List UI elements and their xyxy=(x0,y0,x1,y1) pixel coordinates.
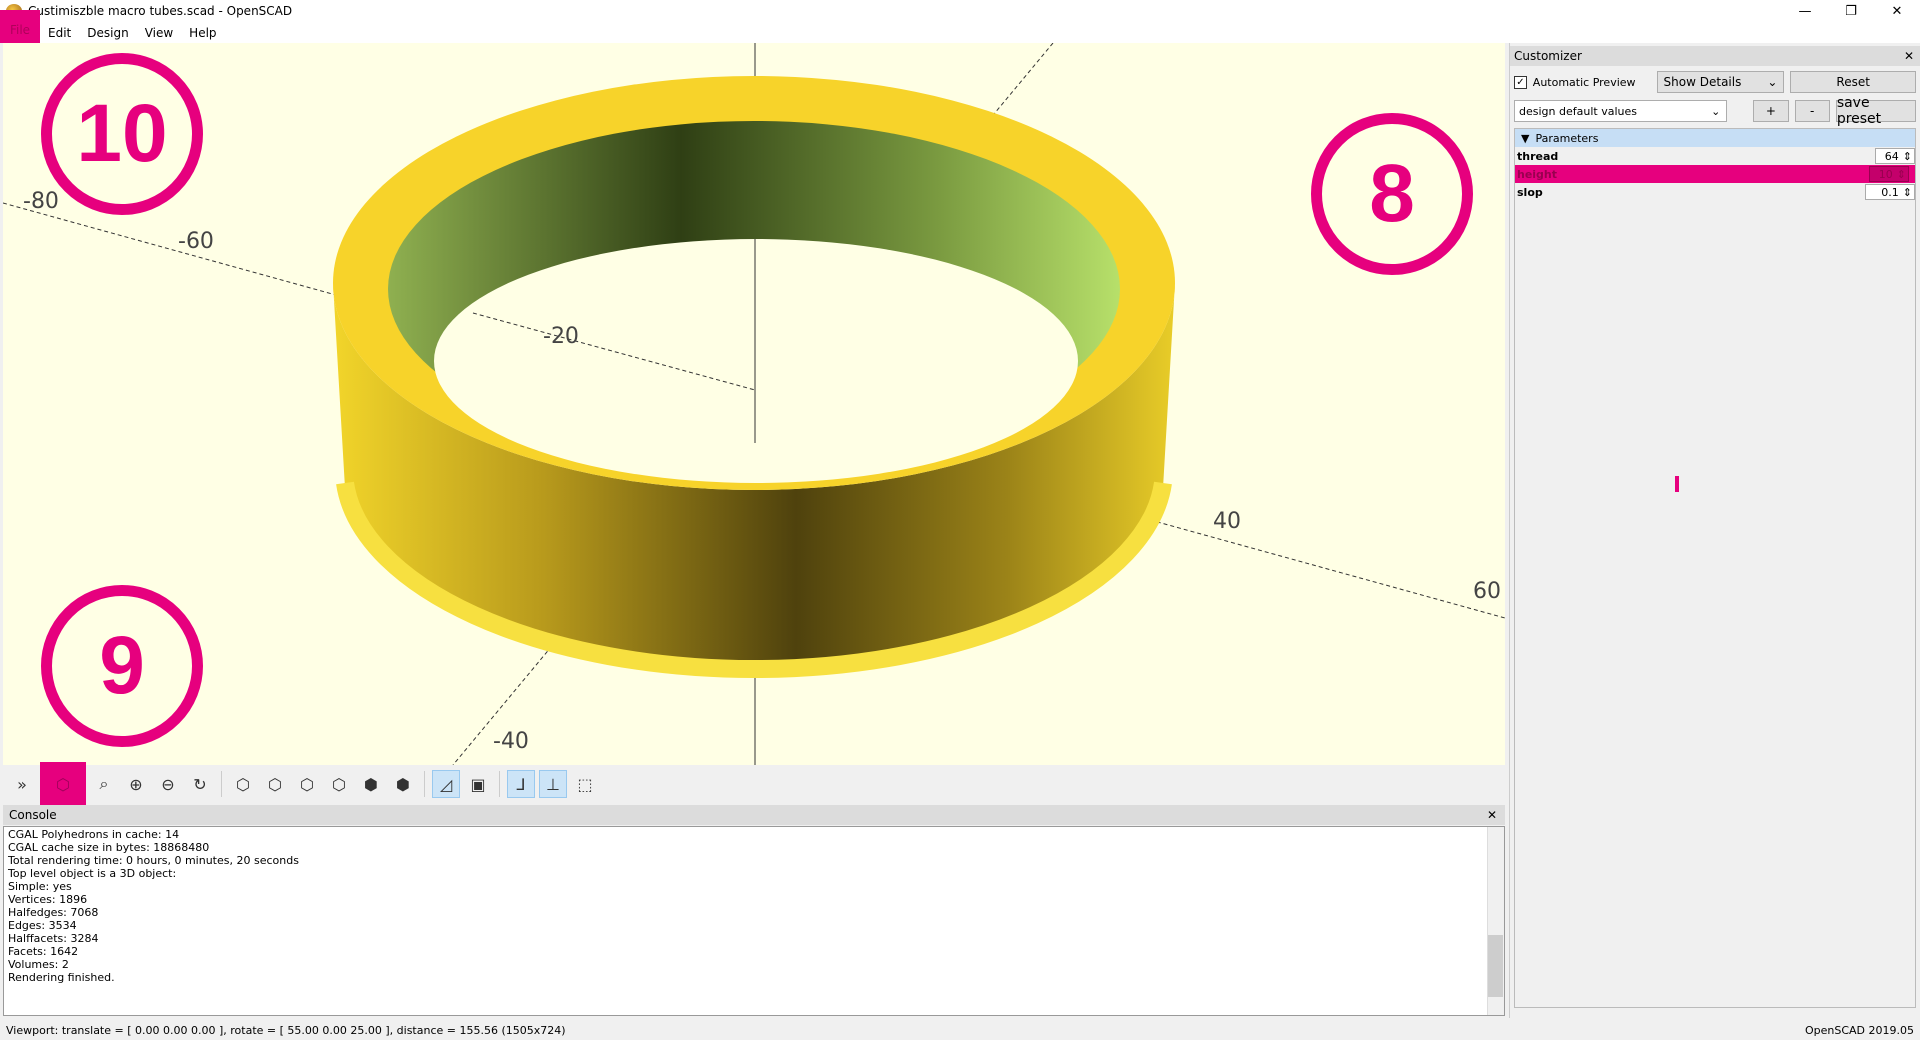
axis-label: -20 xyxy=(543,324,579,349)
view-toolbar: » ⬡ ⌕ ⊕ ⊖ ↻ ⬡ ⬡ ⬡ ⬡ ⬢ ⬢ ◿ ▣ ⅃ ⊥ ⬚ xyxy=(0,762,1505,806)
section-label: Parameters xyxy=(1535,131,1599,145)
minimize-button[interactable]: — xyxy=(1782,0,1828,22)
axis-label: 60 xyxy=(1473,579,1501,604)
text-cursor-marker xyxy=(1675,476,1679,492)
close-console-icon[interactable]: ✕ xyxy=(1487,808,1497,822)
menu-view[interactable]: View xyxy=(137,26,181,40)
view-right-icon[interactable]: ⬡ xyxy=(229,770,257,798)
console-line: CGAL Polyhedrons in cache: 14 xyxy=(8,828,180,841)
restore-button[interactable]: ❐ xyxy=(1828,0,1874,22)
slop-spinbox[interactable]: 0.1 ⇕ xyxy=(1865,184,1915,200)
preset-value: design default values xyxy=(1519,104,1637,118)
reset-view-icon[interactable]: ↻ xyxy=(186,770,214,798)
zoom-out-icon[interactable]: ⊖ xyxy=(154,770,182,798)
console-line: Edges: 3534 xyxy=(8,919,77,932)
show-axes-icon[interactable]: ⅃ xyxy=(507,770,535,798)
param-value: 64 xyxy=(1884,149,1899,163)
spin-arrows-icon[interactable]: ⇕ xyxy=(1897,168,1906,181)
tube-hole xyxy=(434,239,1078,483)
spin-arrows-icon[interactable]: ⇕ xyxy=(1903,150,1912,163)
height-spinbox[interactable]: 10 ⇕ xyxy=(1869,166,1909,182)
menu-edit[interactable]: Edit xyxy=(40,26,79,40)
console-line: Halfedges: 7068 xyxy=(8,906,99,919)
chevron-down-icon: ⌄ xyxy=(1711,104,1721,118)
console-output[interactable]: CGAL Polyhedrons in cache: 14 CGAL cache… xyxy=(3,826,1505,1016)
console-header: Console ✕ xyxy=(3,805,1505,825)
param-label: height xyxy=(1517,167,1558,181)
show-edges-icon[interactable]: ⬚ xyxy=(571,770,599,798)
param-label: slop xyxy=(1517,185,1543,199)
view-front-icon[interactable]: ⬢ xyxy=(357,770,385,798)
console-line: Halffacets: 3284 xyxy=(8,932,99,945)
param-value: 0.1 xyxy=(1881,185,1899,199)
console-line: CGAL cache size in bytes: 18868480 xyxy=(8,841,210,854)
console-line: Total rendering time: 0 hours, 0 minutes… xyxy=(8,854,299,867)
title-bar: Custimiszble macro tubes.scad - OpenSCAD… xyxy=(0,0,1920,22)
console-title: Console xyxy=(9,808,57,822)
view-left-icon[interactable]: ⬡ xyxy=(325,770,353,798)
menu-file[interactable]: File xyxy=(0,10,40,43)
thread-spinbox[interactable]: 64 ⇕ xyxy=(1875,148,1915,164)
axis-label: -40 xyxy=(493,729,529,754)
param-height: height 10 ⇕ xyxy=(1515,165,1915,183)
3d-viewport[interactable]: -80 -60 40 60 -40 -20 10 8 9 xyxy=(3,43,1505,765)
spin-arrows-icon[interactable]: ⇕ xyxy=(1903,186,1912,199)
reset-button[interactable]: Reset xyxy=(1790,71,1917,93)
details-value: Show Details xyxy=(1663,75,1742,89)
parameters-section-header[interactable]: ▼ Parameters xyxy=(1515,129,1915,147)
view-top-icon[interactable]: ⬡ xyxy=(261,770,289,798)
auto-preview-label: Automatic Preview xyxy=(1532,75,1636,89)
viewport-info: Viewport: translate = [ 0.00 0.00 0.00 ]… xyxy=(6,1023,566,1037)
parameters-group: ▼ Parameters thread 64 ⇕ height 10 ⇕ slop 0.1 ⇕ xyxy=(1514,128,1916,1008)
view-all-icon[interactable]: ⌕ xyxy=(90,770,118,798)
console-scrollbar[interactable] xyxy=(1487,827,1504,1015)
triangle-down-icon: ▼ xyxy=(1521,131,1530,145)
perspective-icon[interactable]: ◿ xyxy=(432,770,460,798)
axis-label: -60 xyxy=(178,229,214,254)
show-scale-icon[interactable]: ⊥ xyxy=(539,770,567,798)
param-slop: slop 0.1 ⇕ xyxy=(1515,183,1915,201)
preset-dropdown[interactable]: design default values ⌄ xyxy=(1514,100,1728,122)
menu-help[interactable]: Help xyxy=(181,26,224,40)
add-preset-button[interactable]: + xyxy=(1753,100,1789,122)
remove-preset-button[interactable]: - xyxy=(1794,100,1830,122)
save-preset-button[interactable]: save preset xyxy=(1835,95,1916,127)
console-line: Vertices: 1896 xyxy=(8,893,88,906)
console-line: Rendering finished. xyxy=(8,971,115,984)
annotation-10: 10 xyxy=(41,53,203,215)
view-bottom-icon[interactable]: ⬡ xyxy=(293,770,321,798)
scrollbar-thumb[interactable] xyxy=(1488,935,1503,997)
customizer-panel: Customizer ✕ ✓ Automatic Preview Show Det… xyxy=(1509,43,1920,1018)
auto-preview-checkbox[interactable]: ✓ xyxy=(1514,75,1527,89)
menu-design[interactable]: Design xyxy=(79,26,136,40)
annotation-8: 8 xyxy=(1311,113,1473,275)
param-value: 10 xyxy=(1878,167,1893,181)
version-label: OpenSCAD 2019.05 xyxy=(1804,1023,1914,1037)
chevron-down-icon: ⌄ xyxy=(1767,75,1778,89)
model-render: -80 -60 40 60 -40 -20 xyxy=(3,43,1505,765)
param-label: thread xyxy=(1517,149,1559,163)
console-line: Simple: yes xyxy=(8,880,72,893)
console-line: Top level object is a 3D object: xyxy=(8,867,177,880)
menu-bar: File Edit Design View Help xyxy=(0,10,1920,43)
status-bar: Viewport: translate = [ 0.00 0.00 0.00 ]… xyxy=(0,1020,1920,1040)
close-customizer-icon[interactable]: ✕ xyxy=(1904,49,1914,63)
console-line: Facets: 1642 xyxy=(8,945,79,958)
zoom-in-icon[interactable]: ⊕ xyxy=(122,770,150,798)
render-preview-icon[interactable]: » xyxy=(8,770,36,798)
close-button[interactable]: ✕ xyxy=(1874,0,1920,22)
window-title: Custimiszble macro tubes.scad - OpenSCAD xyxy=(28,4,293,18)
orthogonal-icon[interactable]: ▣ xyxy=(464,770,492,798)
details-dropdown[interactable]: Show Details ⌄ xyxy=(1656,71,1785,93)
console-line: Volumes: 2 xyxy=(8,958,69,971)
axis-label: 40 xyxy=(1213,509,1241,534)
view-back-icon[interactable]: ⬢ xyxy=(389,770,417,798)
param-thread: thread 64 ⇕ xyxy=(1515,147,1915,165)
axis-label: -80 xyxy=(23,189,59,214)
customizer-title: Customizer xyxy=(1514,49,1582,63)
annotation-9: 9 xyxy=(41,585,203,747)
render-icon[interactable]: ⬡ xyxy=(40,762,86,806)
